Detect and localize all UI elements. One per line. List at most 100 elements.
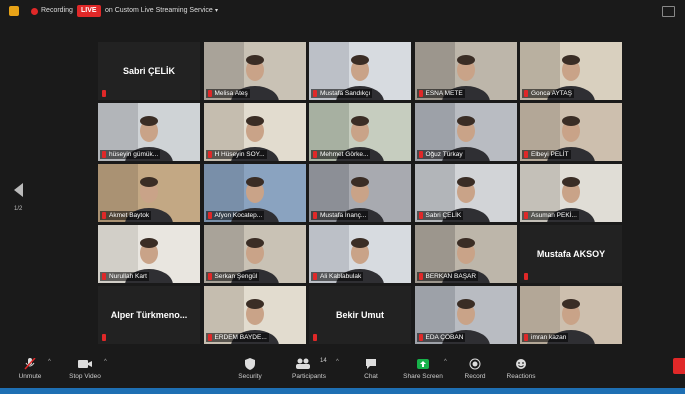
end-meeting-button[interactable]	[673, 358, 685, 374]
participant-name-text: Akmet Baytok	[109, 212, 150, 219]
participant-tile[interactable]: Mustafa İnanç...	[309, 164, 411, 222]
participant-name-label	[311, 333, 322, 342]
chevron-up-icon[interactable]: ^	[104, 359, 107, 365]
reactions-label: Reactions	[506, 373, 536, 380]
participant-name-text: H Hüseyin SOY...	[214, 151, 265, 158]
mic-muted-icon	[102, 334, 106, 341]
share-screen-button[interactable]: Share Screen	[400, 358, 446, 380]
participant-tile[interactable]: Mehmet Görke...	[309, 103, 411, 161]
participant-name-label: BERKAN BAŞAR	[416, 272, 479, 281]
share-screen-label: Share Screen	[403, 373, 443, 380]
participant-tile[interactable]: imran kazan	[520, 286, 622, 344]
participant-name-text: Ali Kablabulak	[320, 273, 362, 280]
participant-name-display: Sabri ÇELİK	[122, 66, 175, 76]
shield-icon[interactable]	[9, 6, 19, 16]
participant-tile[interactable]: Serkan Şengül	[203, 225, 306, 283]
live-badge[interactable]: LIVE	[77, 5, 101, 17]
live-service-label[interactable]: on Custom Live Streaming Service	[105, 5, 213, 17]
participants-icon	[296, 358, 310, 369]
participant-name-label: Serkan Şengül	[205, 272, 260, 281]
participant-tile[interactable]: Sabri ÇELİK	[98, 42, 200, 100]
participant-name-label: H Hüseyin SOY...	[205, 150, 267, 159]
record-dot-icon	[31, 8, 38, 15]
participant-tile[interactable]: Mustafa Sandıkçı	[309, 42, 411, 100]
participants-label: Participants	[292, 373, 326, 380]
participant-tile[interactable]: Melisa Ateş	[203, 42, 306, 100]
mic-muted-icon	[524, 90, 528, 97]
mic-muted-icon	[207, 273, 212, 280]
participant-name-label: Mustafa Sandıkçı	[311, 89, 373, 98]
participant-name-label: Mustafa İnanç...	[311, 211, 369, 220]
participants-count: 14	[320, 358, 327, 364]
participant-tile[interactable]: Afyon Kocatep...	[203, 164, 306, 222]
participant-name-label	[100, 89, 111, 98]
mic-muted-icon	[102, 212, 106, 219]
record-icon	[469, 358, 481, 370]
mic-muted-icon	[524, 273, 528, 280]
zoom-window: Recording LIVE on Custom Live Streaming …	[0, 0, 685, 388]
participant-name-label	[522, 272, 533, 281]
recording-label[interactable]: Recording	[41, 5, 73, 17]
mic-muted-icon	[418, 212, 423, 219]
unmute-label: Unmute	[18, 373, 42, 380]
participant-tile[interactable]: Sabri ÇELİK	[414, 164, 517, 222]
participant-name-text: Asuman PEKİ...	[531, 212, 577, 219]
participant-name-label: Melisa Ateş	[205, 89, 250, 98]
shield-icon	[245, 358, 255, 370]
chevron-up-icon[interactable]: ^	[444, 359, 447, 365]
participant-tile[interactable]: Elbeyi PELİT	[520, 103, 622, 161]
mic-muted-icon	[313, 90, 317, 97]
previous-page-icon[interactable]	[14, 183, 23, 197]
participant-tile[interactable]: Bekir Umut	[309, 286, 411, 344]
participant-tile[interactable]: Oğuz Türkay	[414, 103, 517, 161]
participant-tile[interactable]: Asuman PEKİ...	[520, 164, 622, 222]
participant-name-text: ESNA METE	[425, 90, 463, 97]
participant-tile[interactable]: Gonca AYTAŞ	[520, 42, 622, 100]
security-button[interactable]: Security	[227, 358, 273, 380]
participant-tile[interactable]: ESNA METE	[414, 42, 517, 100]
participant-tile[interactable]: H Hüseyin SOY...	[203, 103, 306, 161]
participant-grid: Sabri ÇELİK Melisa Ateş Mustafa Sandıkçı ES…	[98, 42, 622, 344]
reactions-button[interactable]: Reactions	[498, 358, 544, 380]
chevron-up-icon[interactable]: ^	[48, 359, 51, 365]
record-label: Record	[464, 373, 486, 380]
participant-name-text: Mustafa Sandıkçı	[320, 90, 371, 97]
view-icon[interactable]	[662, 6, 675, 17]
mic-muted-icon	[207, 151, 212, 158]
participant-name-label: Gonca AYTAŞ	[522, 89, 574, 98]
participant-tile[interactable]: Mustafa AKSOY	[520, 225, 622, 283]
chevron-down-icon[interactable]: ▾	[215, 5, 218, 17]
mic-muted-icon	[207, 212, 212, 219]
chevron-up-icon[interactable]: ^	[336, 359, 339, 365]
chat-button[interactable]: Chat	[348, 358, 394, 380]
stop-video-label: Stop Video	[69, 373, 101, 380]
participant-name-label	[100, 333, 111, 342]
participant-tile[interactable]: Nurullah Kart	[98, 225, 200, 283]
mic-muted-icon	[207, 90, 212, 97]
stop-video-button[interactable]: Stop Video	[62, 358, 108, 380]
participant-name-text: Gonca AYTAŞ	[531, 90, 572, 97]
participant-name-label: Akmet Baytok	[100, 211, 152, 220]
participant-tile[interactable]: EDA ÇOBAN	[414, 286, 517, 344]
mic-muted-icon	[418, 151, 423, 158]
participant-tile[interactable]: Ali Kablabulak	[309, 225, 411, 283]
mic-muted-icon	[313, 151, 317, 158]
participant-tile[interactable]: hüseyin gümük...	[98, 103, 200, 161]
participant-name-text: Mustafa İnanç...	[320, 212, 367, 219]
participant-tile[interactable]: Alper Türkmeno...	[98, 286, 200, 344]
participant-tile[interactable]: Akmet Baytok	[98, 164, 200, 222]
participant-name-label: Mehmet Görke...	[311, 150, 371, 159]
participant-name-text: Sabri ÇELİK	[425, 212, 462, 219]
participant-name-text: Mehmet Görke...	[320, 151, 369, 158]
share-screen-icon	[417, 359, 429, 369]
unmute-button[interactable]: Unmute	[7, 358, 53, 380]
mic-muted-icon	[313, 334, 317, 341]
record-button[interactable]: Record	[452, 358, 498, 380]
participant-tile[interactable]: BERKAN BAŞAR	[414, 225, 517, 283]
participant-name-text: Afyon Kocatep...	[214, 212, 263, 219]
mic-muted-icon	[102, 273, 106, 280]
mic-muted-icon	[313, 273, 317, 280]
participant-tile[interactable]: ERDEM BAYDE...	[203, 286, 306, 344]
meeting-toolbar: Unmute ^ Stop Video ^ Security Participa…	[0, 350, 685, 388]
participant-name-label: ESNA METE	[416, 89, 465, 98]
